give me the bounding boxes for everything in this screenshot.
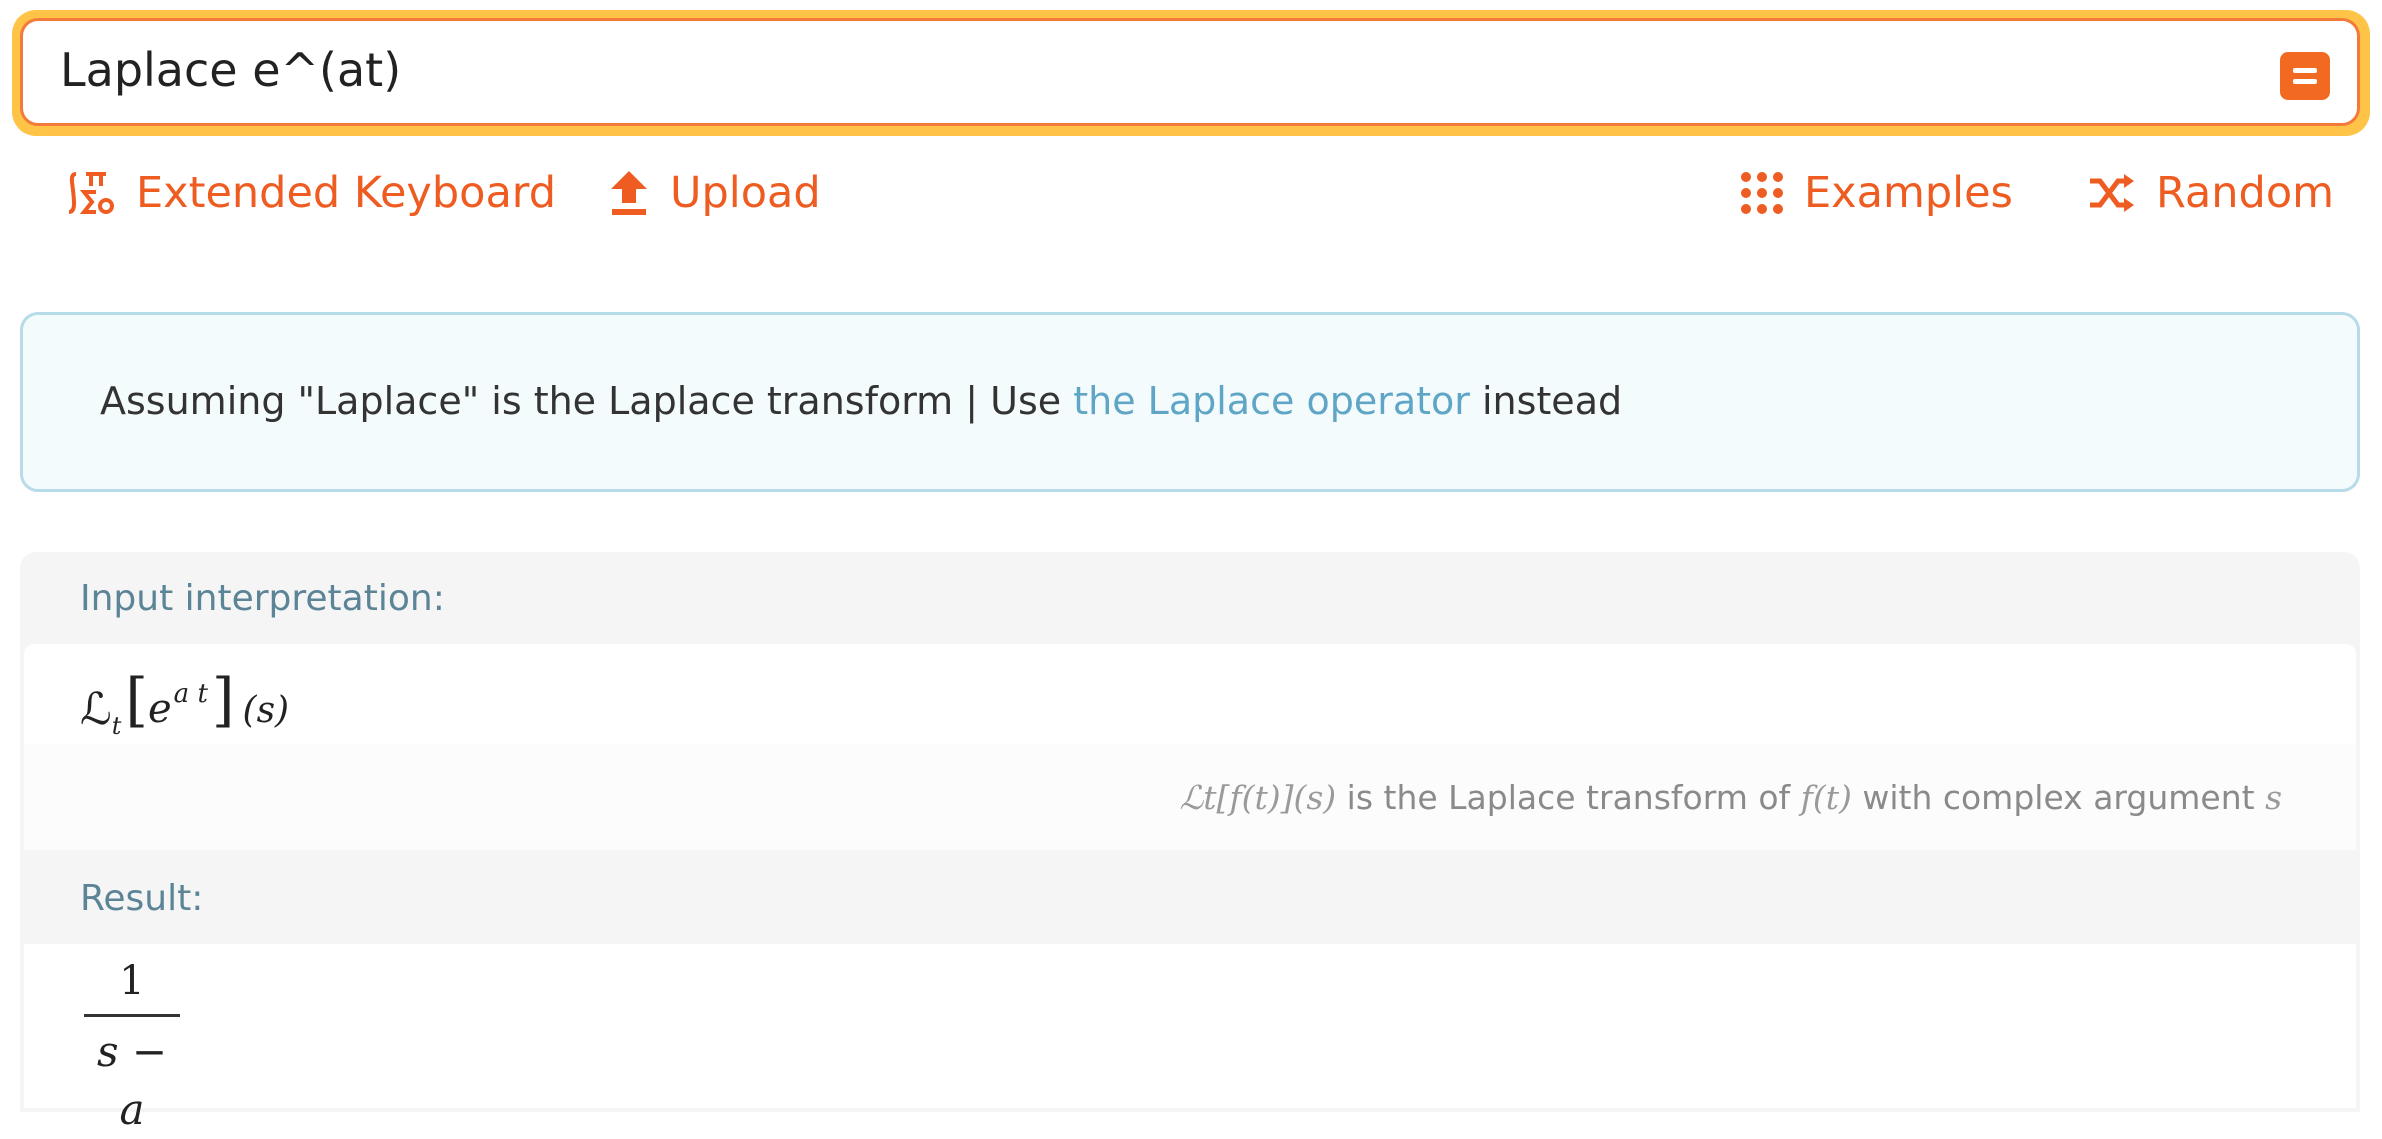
assumption-suffix: instead — [1469, 379, 1623, 423]
laplace-operator-link[interactable]: the Laplace operator — [1073, 379, 1470, 423]
result-pod — [24, 944, 2356, 1108]
random-button[interactable]: Random — [2088, 160, 2334, 226]
upload-icon — [611, 171, 647, 215]
compute-button[interactable] — [2280, 52, 2330, 100]
extended-keyboard-icon — [68, 172, 114, 214]
fraction-bar — [84, 1014, 180, 1017]
input-interpretation-pod — [24, 644, 2356, 744]
extended-keyboard-button[interactable]: Extended Keyboard — [66, 160, 556, 226]
examples-grid-icon — [1741, 172, 1783, 214]
result-fraction: 1 s − a — [84, 952, 180, 1134]
input-interpretation-title: Input interpretation: — [80, 578, 445, 619]
examples-button[interactable]: Examples — [1740, 160, 2013, 226]
input-interpretation-expression: ℒt[ea t] (s) — [80, 666, 290, 740]
examples-label: Examples — [1804, 168, 2013, 218]
assumption-text: Assuming "Laplace" is the Laplace transf… — [100, 372, 1622, 430]
result-title: Result: — [80, 878, 204, 919]
extended-keyboard-label: Extended Keyboard — [136, 168, 557, 218]
random-shuffle-icon — [2090, 174, 2134, 212]
upload-button[interactable]: Upload — [608, 160, 821, 226]
result-numerator: 1 — [119, 958, 145, 1004]
equals-icon — [2293, 68, 2317, 73]
assumption-prefix: Assuming "Laplace" is the Laplace transf… — [100, 379, 1074, 423]
upload-label: Upload — [670, 168, 821, 218]
search-query-text[interactable]: Laplace e^(at) — [60, 38, 401, 102]
result-denominator: s − a — [96, 1027, 168, 1134]
laplace-note: ℒt[f(t)](s) is the Laplace transform of … — [1179, 778, 2283, 817]
random-label: Random — [2156, 168, 2335, 218]
